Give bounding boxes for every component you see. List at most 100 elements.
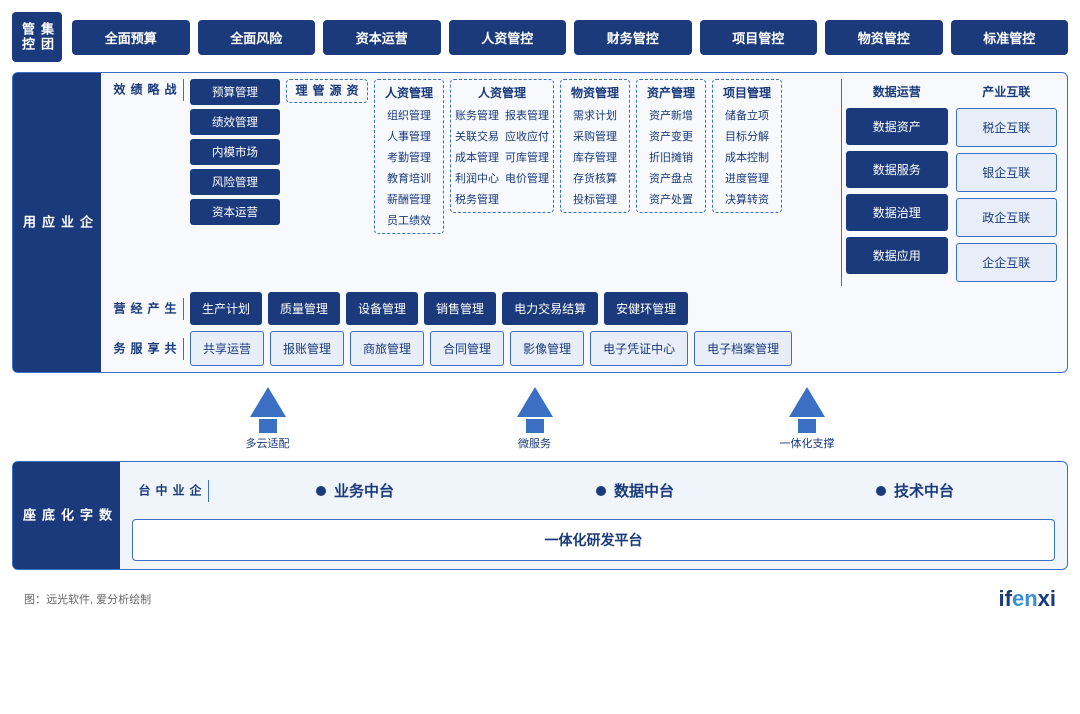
enterprise-label: 企业应用: [13, 73, 101, 372]
production-btn: 销售管理: [424, 292, 496, 325]
hr-item: 考勤管理: [381, 148, 437, 166]
asset-item: 资产新增: [643, 106, 699, 124]
industry-btn: 税企互联: [956, 108, 1058, 147]
jituan-item: 财务管控: [574, 20, 692, 55]
hr-group: 人资管理 组织管理 人事管理 考勤管理 教育培训 薪酬管理 员工绩效: [374, 79, 444, 234]
midai-item-1: 业务中台: [316, 480, 394, 501]
jituan-item: 物资管控: [825, 20, 943, 55]
finance-item: 利润中心: [455, 169, 499, 187]
asset-group: 资产管理 资产新增 资产变更 折旧摊销 资产盘点 资产处置: [636, 79, 706, 213]
material-group: 物资管理 需求计划 采购管理 库存管理 存货核算 投标管理: [560, 79, 630, 213]
digital-content: 企业中台 业务中台 数据中台 技术中台 一: [120, 462, 1067, 569]
jituan-items: 全面预算 全面风险 资本运营 人资管控 财务管控 项目管控 物资管控 标准管控: [72, 20, 1068, 55]
jituan-item: 人资管控: [449, 20, 567, 55]
strategy-btn: 绩效管理: [190, 109, 280, 135]
arrow-label: 多云适配: [246, 435, 290, 451]
material-item: 库存管理: [567, 148, 623, 166]
jituan-item: 资本运营: [323, 20, 441, 55]
jituan-item: 全面预算: [72, 20, 190, 55]
material-item: 需求计划: [567, 106, 623, 124]
hr-item: 薪酬管理: [381, 190, 437, 208]
data-ops-title: 数据运营: [846, 83, 948, 100]
jituan-section: 集团管控 全面预算 全面风险 资本运营 人资管控 财务管控 项目管控 物资管控 …: [12, 12, 1068, 62]
arrow-stem: [526, 419, 544, 433]
industry-btn: 企企互联: [956, 243, 1058, 282]
dot: [316, 486, 326, 496]
production-label: 生产经营: [107, 298, 184, 320]
dot: [596, 486, 606, 496]
asset-item: 资产变更: [643, 127, 699, 145]
arrow-stem: [798, 419, 816, 433]
project-item: 储备立项: [719, 106, 775, 124]
strategy-btn: 预算管理: [190, 79, 280, 105]
midai-item-label: 数据中台: [614, 480, 674, 501]
finance-group: 人资管理 账务管理 关联交易 成本管理 利润中心 税务管理 报表管理: [450, 79, 554, 213]
enterprise-section: 企业应用 战略绩效 预算管理 绩效管理 内模市场 风险管理 资本运营 资源管理: [12, 72, 1068, 373]
right-panel: 数据运营 数据资产 数据服务 数据治理 数据应用 产业互联 税企互联 银企互联 …: [841, 79, 1061, 286]
logo: ifenxi: [999, 586, 1057, 612]
finance-item: 税务管理: [455, 190, 499, 208]
arrow-item-2: 微服务: [517, 387, 553, 451]
production-btn: 电力交易结算: [502, 292, 598, 325]
digital-label: 数字化底座: [13, 462, 120, 569]
arrow-shape: [517, 387, 553, 417]
project-title: 项目管理: [719, 84, 775, 101]
arrow-label: 微服务: [518, 435, 551, 451]
finance-sub: 账务管理 关联交易 成本管理 利润中心 税务管理 报表管理 应收应付 可库管理 …: [455, 106, 549, 208]
jituan-item: 标准管控: [951, 20, 1069, 55]
strategy-label: 战略绩效: [107, 79, 184, 101]
asset-item: 资产处置: [643, 190, 699, 208]
asset-item: 资产盘点: [643, 169, 699, 187]
industry-col: 产业互联 税企互联 银企互联 政企互联 企企互联: [956, 83, 1058, 282]
production-btn: 生产计划: [190, 292, 262, 325]
asset-title: 资产管理: [643, 84, 699, 101]
shared-btn: 共享运营: [190, 331, 264, 366]
main-container: 集团管控 全面预算 全面风险 资本运营 人资管控 财务管控 项目管控 物资管控 …: [0, 0, 1080, 630]
data-ops-btn: 数据服务: [846, 151, 948, 188]
finance-item: 报表管理: [505, 106, 549, 124]
finance-item: 成本管理: [455, 148, 499, 166]
finance-col1: 账务管理 关联交易 成本管理 利润中心 税务管理: [455, 106, 499, 208]
resource-title: 资源管理: [293, 84, 361, 98]
hr-item: 组织管理: [381, 106, 437, 124]
production-btn: 安健环管理: [604, 292, 688, 325]
middle-groups: 人资管理 组织管理 人事管理 考勤管理 教育培训 薪酬管理 员工绩效 人资管理: [374, 79, 835, 234]
hr-title: 人资管理: [381, 84, 437, 101]
midai-item-label: 技术中台: [894, 480, 954, 501]
arrow-stem: [259, 419, 277, 433]
project-item: 进度管理: [719, 169, 775, 187]
midai-item-3: 技术中台: [876, 480, 954, 501]
industry-title: 产业互联: [956, 83, 1058, 100]
shared-label: 共享服务: [107, 338, 184, 360]
digital-section: 数字化底座 企业中台 业务中台 数据中台 技术中台: [12, 461, 1068, 570]
dot: [876, 486, 886, 496]
midai-item-label: 业务中台: [334, 480, 394, 501]
jituan-item: 项目管控: [700, 20, 818, 55]
finance-item: 可库管理: [505, 148, 549, 166]
jituan-label: 集团管控: [12, 12, 62, 62]
enterprise-content: 战略绩效 预算管理 绩效管理 内模市场 风险管理 资本运营 资源管理 人资管理: [101, 73, 1067, 372]
industry-btn: 银企互联: [956, 153, 1058, 192]
hr-item: 教育培训: [381, 169, 437, 187]
shared-btn: 合同管理: [430, 331, 504, 366]
material-item: 投标管理: [567, 190, 623, 208]
strategy-btn: 风险管理: [190, 169, 280, 195]
material-title: 物资管理: [567, 84, 623, 101]
strategy-buttons: 预算管理 绩效管理 内模市场 风险管理 资本运营: [190, 79, 280, 225]
shared-btn: 报账管理: [270, 331, 344, 366]
footer: 图：远光软件, 爱分析绘制 ifenxi: [12, 580, 1068, 618]
finance-item: 应收应付: [505, 127, 549, 145]
midai-item-2: 数据中台: [596, 480, 674, 501]
finance-item: 关联交易: [455, 127, 499, 145]
resource-block: 资源管理: [286, 79, 368, 103]
production-btn: 质量管理: [268, 292, 340, 325]
asset-item: 折旧摊销: [643, 148, 699, 166]
shared-btn: 电子凭证中心: [590, 331, 688, 366]
project-item: 目标分解: [719, 127, 775, 145]
data-ops-btn: 数据资产: [846, 108, 948, 145]
strategy-btn: 内模市场: [190, 139, 280, 165]
data-ops-btn: 数据应用: [846, 237, 948, 274]
shared-row: 共享服务 共享运营 报账管理 商旅管理 合同管理 影像管理 电子凭证中心 电子档…: [107, 331, 1061, 366]
finance-item: 账务管理: [455, 106, 499, 124]
arrow-shape: [789, 387, 825, 417]
